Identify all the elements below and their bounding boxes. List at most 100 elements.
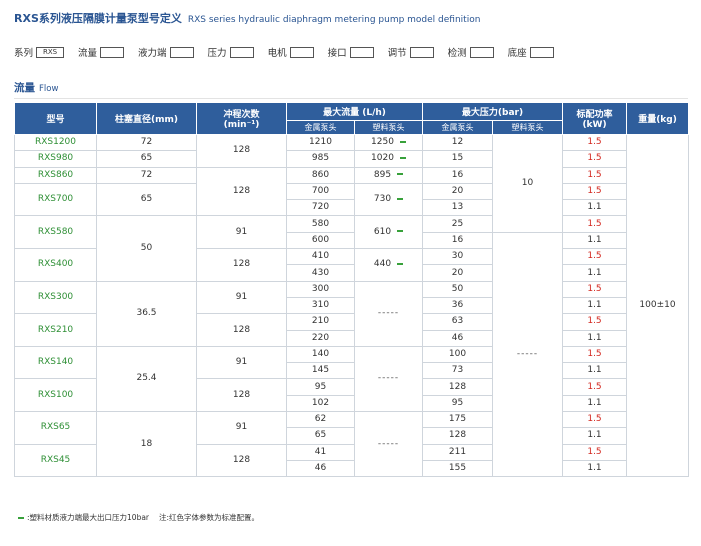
header-flow-metal: 金属泵头 [286,120,355,135]
note-plastic: :塑料材质液力端最大出口压力10bar [27,513,150,522]
stroke-cell: 91 [196,411,287,445]
table-row: RXS1200 72 128 1210 1250 12 10 1.5 100±1… [14,133,690,478]
power-cell: 1.1 [562,231,628,250]
plastic-marker-icon [399,140,406,143]
model-seg-connection: 接口 [328,45,374,59]
stroke-cell: 91 [196,345,287,380]
pressure-metal-cell: 50 [422,280,494,298]
model-cell: RXS580 [14,215,97,250]
flow-metal-cell: 210 [286,313,355,331]
plunger-cell: 65 [96,182,197,217]
flow-metal-cell: 580 [286,215,355,233]
pressure-metal-cell: 25 [422,215,494,233]
model-seg-pressure: 压力 [208,45,254,59]
pressure-metal-cell: 95 [422,394,494,413]
page-title: RXS系列液压隔膜计量泵型号定义 RXS series hydraulic dia… [14,10,480,26]
pressure-metal-cell: 155 [422,459,494,478]
model-seg-base: 底座 [508,45,554,59]
power-cell: 1.1 [562,459,628,478]
pressure-metal-cell: 20 [422,182,494,201]
table-row: RXS140 25.4 91 140 ----- 100 1.5 [14,345,689,413]
power-cell: 1.1 [562,427,628,445]
model-seg-flow: 流量 [78,45,125,59]
header-plunger: 柱塞直径(mm) [96,102,197,135]
table-row: RXS300 36.5 91 300 ----- 50 1.5 [14,280,689,347]
flow-plastic-cell: 440 [353,248,424,282]
model-definition-row: 系列 RXS 流量 液力端 压力 电机 接口 调节 检测 底座 [14,45,568,59]
model-cell: RXS700 [14,182,97,217]
title-en: RXS series hydraulic diaphragm metering … [187,15,481,25]
model-cell: RXS1200 [14,133,97,152]
table-row: RXS700 65 700 730 20 1.5 [14,182,689,217]
flow-metal-cell: 95 [286,378,355,396]
flow-plastic-cell: ----- [353,280,424,347]
flow-metal-cell: 220 [286,329,355,347]
header-pressure: 最大压力(bar) [422,102,564,121]
divider [14,98,688,99]
model-cell: RXS300 [14,280,97,315]
model-cell: RXS400 [14,248,97,282]
power-cell: 1.1 [562,264,628,282]
flow-metal-cell: 1210 [286,133,355,152]
pressure-plastic-cell: 10 [492,134,564,233]
plunger-cell: 72 [96,133,197,152]
model-seg-liquid-end: 液力端 [138,45,194,59]
model-seg-motor: 电机 [268,45,314,59]
note-red-standard: 注:红色字体参数为标准配置。 [159,513,260,522]
pressure-metal-cell: 16 [422,166,494,184]
flow-metal-cell: 46 [286,459,355,478]
flow-plastic-cell: 610 [353,215,424,250]
flow-metal-cell: 310 [286,296,355,315]
pressure-plastic-cell: ----- [492,231,564,478]
pressure-metal-cell: 20 [422,264,494,282]
plunger-cell: 25.4 [96,345,197,413]
pressure-metal-cell: 63 [422,313,494,331]
header-power: 标配功率 (kW) [562,102,628,135]
plastic-marker-icon [18,516,24,519]
power-cell: 1.1 [562,362,628,380]
pressure-metal-cell: 46 [422,329,494,347]
flow-metal-cell: 145 [286,362,355,380]
header-flow-plastic: 塑料泵头 [353,120,424,135]
flow-plastic-cell: ----- [353,411,424,478]
flow-metal-cell: 600 [286,231,355,250]
plastic-marker-icon [397,197,404,200]
plastic-marker-icon [397,173,404,176]
model-seg-detect: 检测 [448,45,494,59]
header-stroke: 冲程次数 (min⁻¹) [196,102,287,135]
flow-plastic-cell: ----- [353,345,424,413]
flow-metal-cell: 300 [286,280,355,298]
pressure-metal-cell: 13 [422,199,494,217]
flow-plastic-cell: 730 [353,182,424,217]
stroke-cell: 128 [196,378,287,413]
table-row: RXS65 18 91 62 ----- 175 1.5 [14,411,689,478]
flow-plastic-cell: 1250 [353,133,424,152]
pressure-metal-cell: 36 [422,296,494,315]
power-cell: 1.1 [562,199,628,217]
flow-plastic-cell: 1020 [353,150,424,168]
model-cell: RXS140 [14,345,97,380]
plastic-marker-icon [399,156,406,159]
stroke-cell: 91 [196,280,287,315]
section-heading: 流量 Flow [14,82,59,94]
flow-metal-cell: 140 [286,345,355,364]
power-cell: 1.5 [562,166,628,184]
plunger-cell: 72 [96,166,197,184]
model-cell: RXS65 [14,411,97,445]
power-cell: 1.1 [562,296,628,315]
pressure-metal-cell: 100 [422,345,494,364]
stroke-cell: 128 [196,134,287,168]
power-cell: 1.5 [562,280,628,298]
stroke-cell: 128 [196,248,287,282]
weight-cell: 100±10 [626,133,690,478]
model-cell: RXS210 [14,313,97,347]
stroke-cell: 91 [196,215,287,250]
power-cell: 1.5 [562,345,628,364]
pressure-metal-cell: 30 [422,248,494,266]
plunger-cell: 50 [96,215,197,282]
model-cell: RXS100 [14,378,97,413]
model-cell: RXS45 [14,443,97,478]
power-cell: 1.5 [562,215,628,233]
table-row: RXS860 72 128 860 895 16 1.5 [14,166,689,217]
flow-metal-cell: 410 [286,248,355,266]
